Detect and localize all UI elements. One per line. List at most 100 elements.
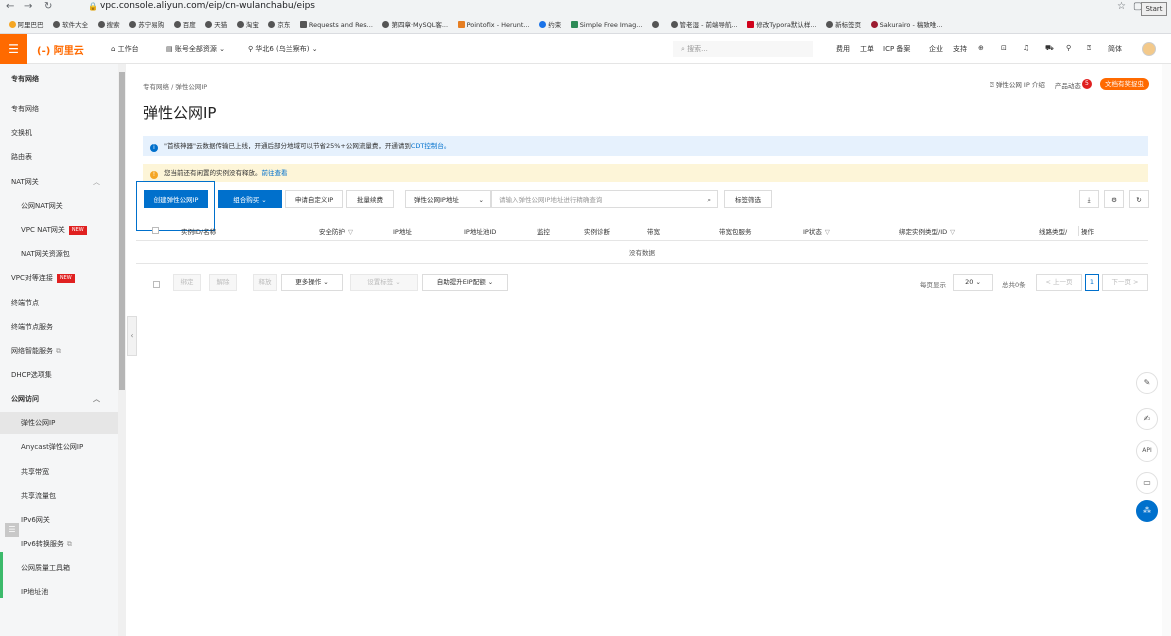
more-actions-button[interactable]: 更多操作 ⌄ [281, 274, 343, 291]
sidebar-item-nat-package[interactable]: NAT网关资源包 [0, 243, 118, 265]
promo-badge[interactable]: 文档有奖捉虫 [1100, 78, 1149, 90]
reload-icon[interactable]: ↻ [44, 1, 52, 12]
star-icon[interactable]: ☆ [1117, 1, 1126, 12]
view-idle-link[interactable]: 前往查看 [262, 169, 288, 177]
col-security[interactable]: 安全防护 ▽ [319, 226, 353, 236]
bookmark[interactable]: 修改Typora默认样... [747, 17, 817, 34]
bookmark[interactable]: Sakurairo - 稿致唯... [870, 17, 943, 34]
bookmark[interactable]: Requests and Res... [299, 17, 373, 34]
enterprise-link[interactable]: 企业 [929, 44, 943, 54]
next-page-button[interactable]: 下一页 > [1102, 274, 1148, 291]
sidebar-item-quality-toolbox[interactable]: 公网质量工具箱 [0, 557, 118, 579]
api-icon[interactable]: API [1136, 440, 1158, 462]
sidebar-item-network-intelligence[interactable]: 网络智能服务 ⧉ [0, 340, 118, 362]
aliyun-logo[interactable]: (-) 阿里云 [37, 42, 84, 57]
fees-link[interactable]: 费用 [836, 44, 850, 54]
bookmark[interactable]: 新标签页 [826, 17, 861, 34]
bookmark[interactable]: 京东 [268, 17, 290, 34]
menu-icon[interactable]: ☰ [0, 34, 27, 64]
cdt-console-link[interactable]: CDT控制台。 [411, 142, 451, 150]
product-news-link[interactable]: 产品动态 5 [1055, 78, 1092, 90]
page-size-select[interactable]: 20 ⌄ [953, 274, 993, 291]
unbind-button[interactable]: 解除 [209, 274, 237, 291]
search-icon[interactable]: ⌕ [707, 191, 711, 209]
sidebar-item-route-table[interactable]: 路由表 [0, 146, 118, 168]
sidebar-toggle-icon[interactable]: ☰ [5, 523, 19, 537]
page-scrollbar[interactable] [1162, 64, 1171, 636]
set-tags-button[interactable]: 设置标签 ⌄ [350, 274, 418, 291]
apps-icon[interactable]: ⁂ [1136, 500, 1158, 522]
eip-intro-link[interactable]: ⍰ 弹性公网 IP 介绍 [990, 79, 1045, 90]
combo-buy-button[interactable]: 组合购买 ⌄ [218, 190, 282, 208]
bookmark[interactable]: Simple Free Imag... [570, 17, 642, 34]
location-icon[interactable]: ⚲ [1066, 44, 1071, 52]
sidebar-item-ip-pool[interactable]: IP地址池 [0, 581, 118, 603]
tag-filter-button[interactable]: 标签筛选 [724, 190, 772, 208]
message-icon[interactable]: ⊡ [1001, 44, 1007, 52]
forward-icon[interactable]: → [24, 1, 32, 12]
feedback-icon[interactable]: ✍ [1136, 408, 1158, 430]
bookmark[interactable]: 阿里巴巴 [8, 17, 44, 34]
bookmark[interactable]: 苏宁易购 [129, 17, 164, 34]
region-select[interactable]: ⚲ 华北6 (乌兰察布) ⌄ [248, 44, 318, 54]
bottom-select-all-checkbox[interactable] [153, 281, 160, 288]
address-bar[interactable]: vpc.console.aliyun.com/eip/cn-wulanchabu… [100, 1, 315, 11]
sidebar-scrollbar-thumb[interactable] [119, 72, 125, 390]
filter-icon[interactable]: ▽ [348, 228, 353, 236]
bookmark[interactable]: Pointofix - Herunt... [457, 17, 530, 34]
bookmark[interactable]: 软件大全 [53, 17, 88, 34]
breadcrumb[interactable]: 专有网络 / 弹性公网IP [143, 81, 207, 91]
sidebar-item-vpc-peering[interactable]: VPC对等连接 NEW [0, 267, 118, 289]
sidebar-item-vswitch[interactable]: 交换机 [0, 122, 118, 144]
filter-icon[interactable]: ▽ [950, 228, 955, 236]
ai-icon[interactable]: ⊕ [978, 44, 984, 52]
bookmark[interactable]: 第四章·MySQL客... [382, 17, 448, 34]
bell-icon[interactable]: ♫ [1023, 44, 1029, 52]
release-button[interactable]: 释放 [253, 274, 277, 291]
chat-icon[interactable]: ▭ [1136, 472, 1158, 494]
console-search-input[interactable]: ⌕ 搜索... [673, 41, 813, 57]
avatar[interactable] [1142, 42, 1156, 56]
apply-custom-ip-button[interactable]: 申请自定义IP [285, 190, 343, 208]
start-button[interactable]: Start [1141, 2, 1167, 16]
sidebar-item-eip[interactable]: 弹性公网IP [0, 412, 118, 434]
settings-icon[interactable]: ⚙ [1104, 190, 1124, 208]
quota-upgrade-button[interactable]: 自助提升EIP配额 ⌄ [422, 274, 508, 291]
sidebar-item-shared-bandwidth[interactable]: 共享带宽 [0, 461, 118, 483]
page-1-button[interactable]: 1 [1085, 274, 1099, 291]
sidebar-item-anycast-eip[interactable]: Anycast弹性公网IP [0, 436, 118, 458]
help-icon[interactable]: ⍰ [1087, 44, 1091, 53]
sidebar-item-endpoint-service[interactable]: 终端节点服务 [0, 316, 118, 338]
cart-icon[interactable]: ⛟ [1045, 44, 1054, 53]
filter-icon[interactable]: ▽ [825, 228, 830, 236]
prev-page-button[interactable]: < 上一页 [1036, 274, 1082, 291]
workbench-link[interactable]: ⌂ 工作台 [111, 44, 139, 54]
ticket-link[interactable]: 工单 [860, 44, 874, 54]
col-ip-status[interactable]: IP状态 ▽ [803, 226, 830, 236]
bookmark[interactable]: 淘宝 [236, 17, 259, 34]
sidebar-item-public-nat[interactable]: 公网NAT网关 [0, 195, 118, 217]
back-icon[interactable]: ← [6, 1, 14, 12]
refresh-icon[interactable]: ↻ [1129, 190, 1149, 208]
bookmark[interactable]: 管老湿 - 前端导航... [670, 17, 738, 34]
sidebar-item-shared-traffic[interactable]: 共享流量包 [0, 485, 118, 507]
bookmark[interactable]: 天猫 [205, 17, 227, 34]
select-all-checkbox[interactable] [152, 227, 159, 234]
col-bound-instance[interactable]: 绑定实例类型/ID ▽ [899, 226, 955, 236]
support-link[interactable]: 支持 [953, 44, 967, 54]
sidebar-group-nat[interactable]: NAT网关 ︿ [0, 171, 118, 193]
eip-search-input[interactable]: 请输入弹性公网IP地址进行精确查询 ⌕ [491, 190, 718, 208]
bookmark[interactable]: 百度 [173, 17, 196, 34]
sidebar-item-dhcp[interactable]: DHCP选项集 [0, 364, 118, 386]
account-scope-select[interactable]: ▤ 账号全部资源 ⌄ [166, 44, 225, 54]
language-select[interactable]: 简体 [1108, 44, 1122, 54]
sidebar-item-vpc-nat[interactable]: VPC NAT网关 NEW [0, 219, 118, 241]
sidebar-group-public-access[interactable]: 公网访问 ︿ [0, 388, 118, 410]
bookmark[interactable]: 搜索 [97, 17, 120, 34]
create-eip-button[interactable]: 创建弹性公网IP [144, 190, 208, 208]
download-icon[interactable]: ⤓ [1079, 190, 1099, 208]
icp-link[interactable]: ICP 备案 [883, 44, 910, 54]
bookmark[interactable] [652, 17, 661, 34]
sidebar-item-endpoint[interactable]: 终端节点 [0, 292, 118, 314]
search-field-select[interactable]: 弹性公网IP地址 ⌄ [405, 190, 491, 208]
